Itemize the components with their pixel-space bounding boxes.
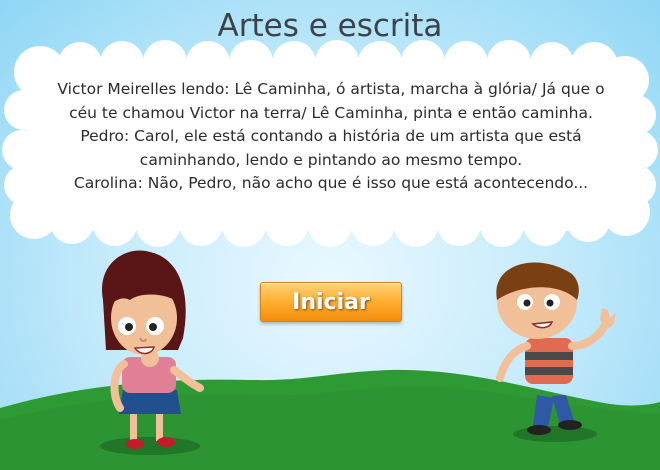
dialogue-line: Pedro: Carol, ele está contando a histór…	[80, 127, 582, 145]
game-stage: Artes e escrita Victor Meirelles lendo: …	[0, 0, 660, 470]
page-title: Artes e escrita	[217, 8, 443, 44]
dialogue-line: Victor Meirelles lendo: Lê Caminha, ó ar…	[57, 80, 605, 98]
dialogue-line: céu te chamou Victor na terra/ Lê Caminh…	[69, 103, 593, 122]
dialogue-line: caminhando, lendo e pintando ao mesmo te…	[139, 150, 523, 169]
dialogue-text: Victor Meirelles lendo: Lê Caminha, ó ar…	[36, 78, 626, 196]
dialogue-line: Carolina: Não, Pedro, não acho que é iss…	[73, 174, 589, 192]
start-button[interactable]: Iniciar	[260, 282, 402, 322]
scene-illustration	[0, 40, 660, 470]
